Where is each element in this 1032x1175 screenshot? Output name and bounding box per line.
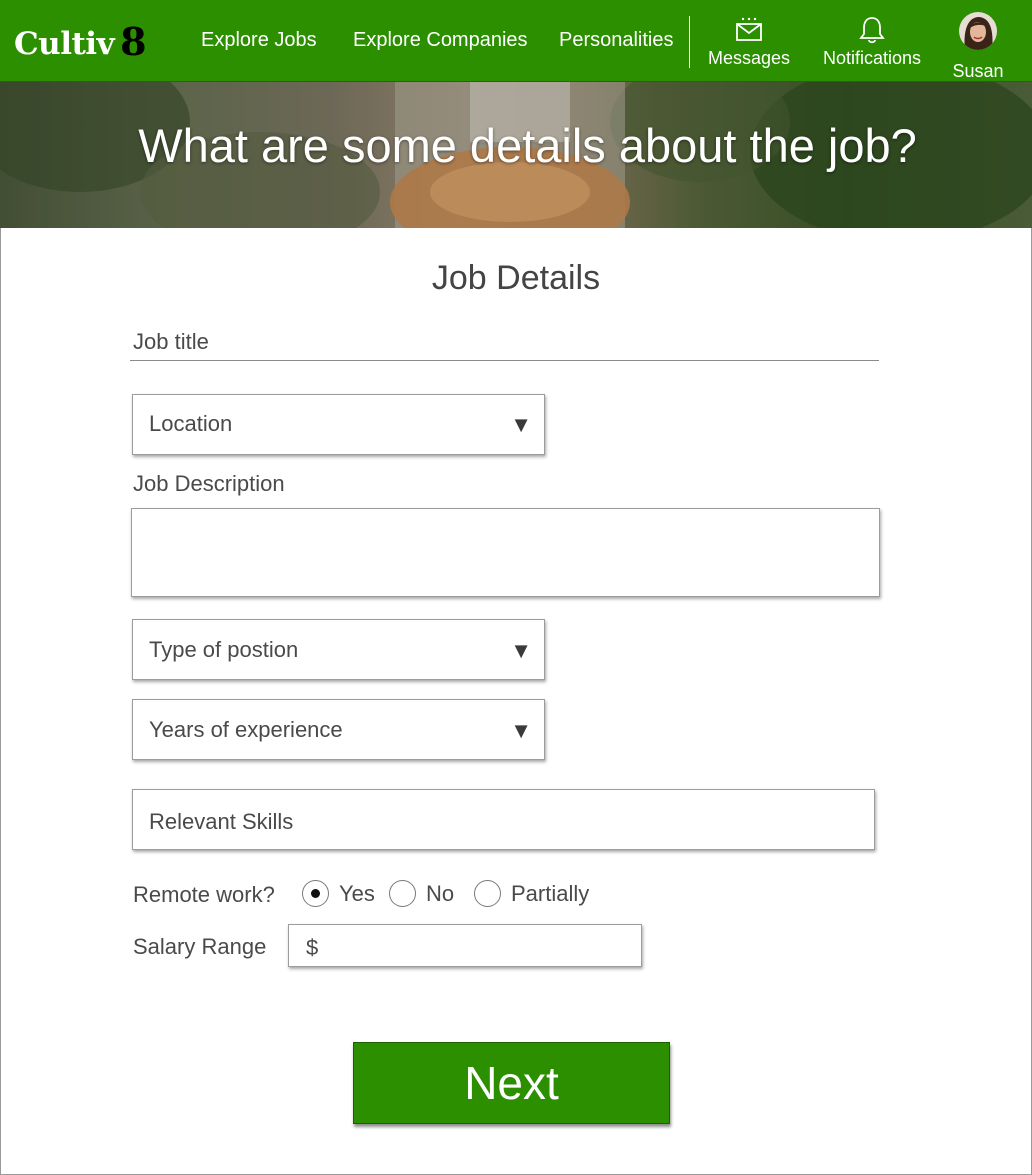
job-title-input[interactable]: Job title bbox=[133, 329, 209, 355]
logo[interactable]: Cultiv 8 bbox=[14, 18, 147, 64]
skills-input[interactable]: Relevant Skills bbox=[132, 789, 875, 850]
dropdown-arrow-icon: ▼ bbox=[510, 638, 532, 663]
dropdown-arrow-icon: ▼ bbox=[510, 718, 532, 743]
nav-divider bbox=[689, 16, 690, 68]
skills-label: Relevant Skills bbox=[149, 809, 294, 834]
remote-yes-label[interactable]: Yes bbox=[339, 881, 375, 907]
location-label: Location bbox=[149, 411, 233, 436]
messages-label: Messages bbox=[707, 48, 791, 68]
logo-text: Cultiv bbox=[14, 26, 115, 62]
next-button[interactable]: Next bbox=[353, 1042, 670, 1124]
job-description-label: Job Description bbox=[133, 471, 285, 496]
top-navbar: Cultiv 8 Explore Jobs Explore Companies P… bbox=[0, 0, 1032, 82]
experience-dropdown[interactable]: Years of experience ▼ bbox=[132, 699, 545, 760]
remote-no-radio[interactable] bbox=[389, 880, 416, 907]
section-title: Job Details bbox=[431, 259, 601, 297]
nav-explore-companies[interactable]: Explore Companies bbox=[353, 29, 528, 52]
hero-title: What are some details about the job? bbox=[138, 119, 917, 172]
job-description-textarea[interactable] bbox=[131, 508, 880, 597]
user-label: Susan bbox=[952, 61, 1004, 81]
nav-personalities[interactable]: Personalities bbox=[559, 29, 674, 52]
avatar bbox=[959, 12, 997, 50]
nav-notifications[interactable]: Notifications bbox=[818, 12, 926, 69]
position-type-label: Type of postion bbox=[149, 637, 299, 662]
remote-partially-label[interactable]: Partially bbox=[511, 881, 589, 907]
salary-prefix: $ bbox=[306, 935, 319, 960]
bell-icon bbox=[818, 12, 926, 46]
nav-user-profile[interactable]: Susan bbox=[947, 12, 1009, 82]
location-dropdown[interactable]: Location ▼ bbox=[132, 394, 545, 455]
envelope-icon bbox=[700, 12, 798, 46]
logo-number: 8 bbox=[120, 19, 147, 64]
hero-banner: What are some details about the job? bbox=[0, 82, 1032, 228]
remote-partially-radio[interactable] bbox=[474, 880, 501, 907]
remote-no-label[interactable]: No bbox=[426, 881, 454, 907]
job-title-underline bbox=[130, 360, 879, 361]
dropdown-arrow-icon: ▼ bbox=[510, 412, 532, 437]
radio-selected-dot bbox=[311, 889, 320, 898]
nav-explore-jobs[interactable]: Explore Jobs bbox=[201, 29, 317, 52]
notifications-label: Notifications bbox=[822, 48, 922, 68]
experience-label: Years of experience bbox=[149, 717, 343, 742]
remote-yes-radio[interactable] bbox=[302, 880, 329, 907]
position-type-dropdown[interactable]: Type of postion ▼ bbox=[132, 619, 545, 680]
salary-range-label: Salary Range bbox=[133, 934, 267, 959]
remote-work-label: Remote work? bbox=[133, 882, 275, 907]
salary-input[interactable]: $ bbox=[288, 924, 642, 967]
nav-messages[interactable]: Messages bbox=[700, 12, 798, 69]
